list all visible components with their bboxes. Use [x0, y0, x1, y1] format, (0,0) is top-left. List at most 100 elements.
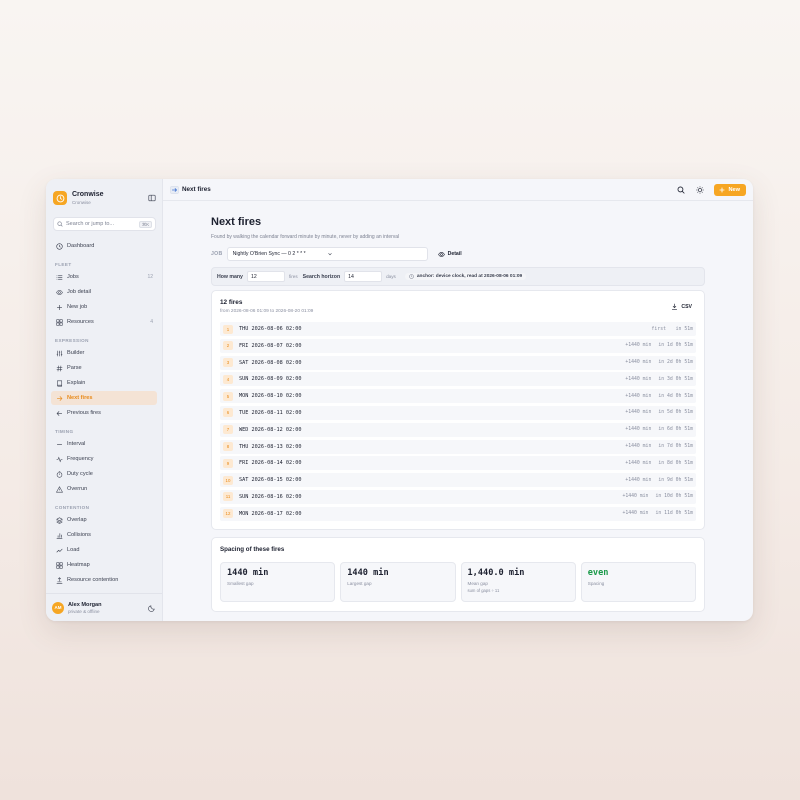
search-placeholder: Search or jump to... — [66, 221, 114, 227]
topbar-title: Next fires — [182, 186, 211, 193]
search-icon[interactable] — [676, 185, 685, 194]
section-fleet: FLEET — [55, 262, 72, 267]
fire-datetime: MON 2026-08-17 02:00 — [239, 510, 302, 517]
fire-index: 6 — [223, 408, 233, 418]
sidebar-item-next-fires[interactable]: Next fires — [51, 391, 157, 405]
sidebar-item-resources[interactable]: Resources 4 — [51, 315, 157, 329]
sidebar-item-label: Duty cycle — [67, 471, 93, 477]
sidebar-item-label: Jobs — [67, 274, 79, 280]
stat-label: Spacing — [587, 581, 605, 586]
job-select-value: Nightly O'Brien Sync — 0 2 * * * — [232, 251, 306, 257]
book-icon — [55, 379, 63, 387]
fire-countdown: in 11d 0h 51m — [655, 511, 693, 517]
fire-row: 4 SUN 2026-08-09 02:00 +1440 min in 3d 0h 5… — [220, 372, 696, 387]
sidebar-item-builder[interactable]: Builder — [51, 346, 157, 360]
theme-toggle-icon[interactable] — [695, 185, 704, 194]
stat-smallest-gap: 1440 min Smallest gap — [220, 562, 336, 602]
stat-value: 1,440.0 min — [467, 568, 525, 578]
sidebar-item-label: Next fires — [67, 395, 93, 401]
job-label: JOB — [211, 251, 223, 257]
avatar: AM — [52, 601, 64, 614]
user-status: private & offline — [68, 608, 100, 614]
content: Next fires Found by walking the calendar… — [211, 201, 705, 612]
main-area: Next fires New Next fires Found by walki… — [163, 179, 753, 621]
sidebar-item-label: Overrun — [67, 486, 88, 492]
new-button[interactable]: New — [714, 183, 746, 196]
fire-index: 9 — [223, 458, 233, 468]
fire-gap: +1440 min — [625, 427, 652, 433]
section-contention: CONTENTION — [55, 505, 90, 510]
how-many-input[interactable]: 12 — [246, 271, 285, 282]
horizon-input[interactable]: 14 — [344, 271, 383, 282]
detail-button[interactable]: Detail — [437, 251, 462, 258]
fire-index: 11 — [223, 492, 233, 502]
sidebar-item-new-job[interactable]: New job — [51, 300, 157, 314]
sidebar-item-duty-cycle[interactable]: Duty cycle — [51, 467, 157, 481]
fire-index: 1 — [223, 324, 233, 334]
fire-row: 10 SAT 2026-08-15 02:00 +1440 min in 9d 0h … — [220, 473, 696, 488]
fire-gap: +1440 min — [625, 393, 652, 399]
app-name: Cronwise — [72, 191, 104, 198]
fire-gap: first — [651, 326, 666, 332]
new-button-label: New — [728, 186, 740, 193]
sliders-icon — [55, 349, 63, 357]
sidebar-item-label: Parse — [67, 365, 82, 371]
moon-icon[interactable] — [148, 604, 156, 612]
sidebar-item-parse[interactable]: Parse — [51, 361, 157, 375]
fire-datetime: THU 2026-08-13 02:00 — [239, 443, 302, 450]
sidebar-item-overrun[interactable]: Overrun — [51, 482, 157, 496]
sidebar-item-frequency[interactable]: Frequency — [51, 452, 157, 466]
sidebar-item-job-detail[interactable]: Job detail — [51, 285, 157, 299]
fire-gap: +1440 min — [625, 477, 652, 483]
minus-icon — [55, 440, 63, 448]
user-profile[interactable]: AM Alex Morgan private & offline — [46, 593, 162, 621]
fire-countdown: in 7d 0h 51m — [658, 444, 693, 450]
fire-row: 8 THU 2026-08-13 02:00 +1440 min in 7d 0h 5… — [220, 439, 696, 454]
fire-index: 3 — [223, 358, 233, 368]
fire-row: 9 FRI 2026-08-14 02:00 +1440 min in 8d 0h 5… — [220, 456, 696, 471]
stat-value: even — [587, 568, 609, 578]
fire-gap: +1440 min — [625, 444, 652, 450]
sidebar-item-heatmap[interactable]: Heatmap — [51, 558, 157, 572]
clock-icon — [55, 242, 63, 250]
how-many-label: How many — [217, 273, 243, 280]
fire-datetime: FRI 2026-08-14 02:00 — [239, 460, 302, 467]
sidebar-item-interval[interactable]: Interval — [51, 437, 157, 451]
job-select[interactable]: Nightly O'Brien Sync — 0 2 * * * — [226, 247, 428, 261]
fire-gap: +1440 min — [625, 343, 652, 349]
bar-chart-icon — [55, 531, 63, 539]
eye-icon — [437, 251, 445, 258]
fire-row: 7 WED 2026-08-12 02:00 +1440 min in 6d 0h 5… — [220, 422, 696, 437]
sidebar-item-explain[interactable]: Explain — [51, 376, 157, 390]
grid-icon — [55, 561, 63, 569]
fire-index: 4 — [223, 374, 233, 384]
csv-button[interactable]: CSV — [671, 303, 692, 310]
timer-icon — [55, 470, 63, 478]
stat-value: 1440 min — [347, 568, 389, 578]
page-subtitle: Found by walking the calendar forward mi… — [211, 234, 400, 240]
stat-value: 1440 min — [227, 568, 269, 578]
fire-index: 8 — [223, 442, 233, 452]
sidebar-item-label: Interval — [67, 441, 86, 447]
sidebar-item-jobs[interactable]: Jobs 12 — [51, 270, 157, 284]
anchor-text: anchor: device clock, read at 2026-08-06… — [416, 274, 523, 279]
sidebar-item-load[interactable]: Load — [51, 543, 157, 557]
search-input[interactable]: Search or jump to... ⌘K — [53, 217, 156, 231]
sidebar-item-previous-fires[interactable]: Previous fires — [51, 406, 157, 420]
page-title: Next fires — [211, 216, 262, 228]
sidebar-item-overlap[interactable]: Overlap — [51, 513, 157, 527]
fire-datetime: SUN 2026-08-16 02:00 — [239, 493, 302, 500]
fires-range: from 2026-08-06 01:09 to 2026-08-20 01:0… — [220, 309, 314, 314]
hash-icon — [55, 364, 63, 372]
sidebar-item-dashboard[interactable]: Dashboard — [51, 239, 157, 253]
sidebar-item-label: Builder — [67, 350, 85, 356]
topbar: Next fires New — [163, 179, 753, 201]
fires-title: 12 fires — [220, 299, 243, 306]
sidebar-item-label: Resource contention — [67, 577, 119, 583]
sidebar-item-collisions[interactable]: Collisions — [51, 528, 157, 542]
sidebar-item-resource-contention[interactable]: Resource contention — [51, 573, 157, 587]
fire-row: 6 TUE 2026-08-11 02:00 +1440 min in 5d 0h 5… — [220, 405, 696, 420]
stat-label: Smallest gap — [227, 581, 254, 586]
sidebar-toggle-icon[interactable] — [147, 194, 156, 203]
sidebar-item-label: Load — [67, 547, 80, 553]
